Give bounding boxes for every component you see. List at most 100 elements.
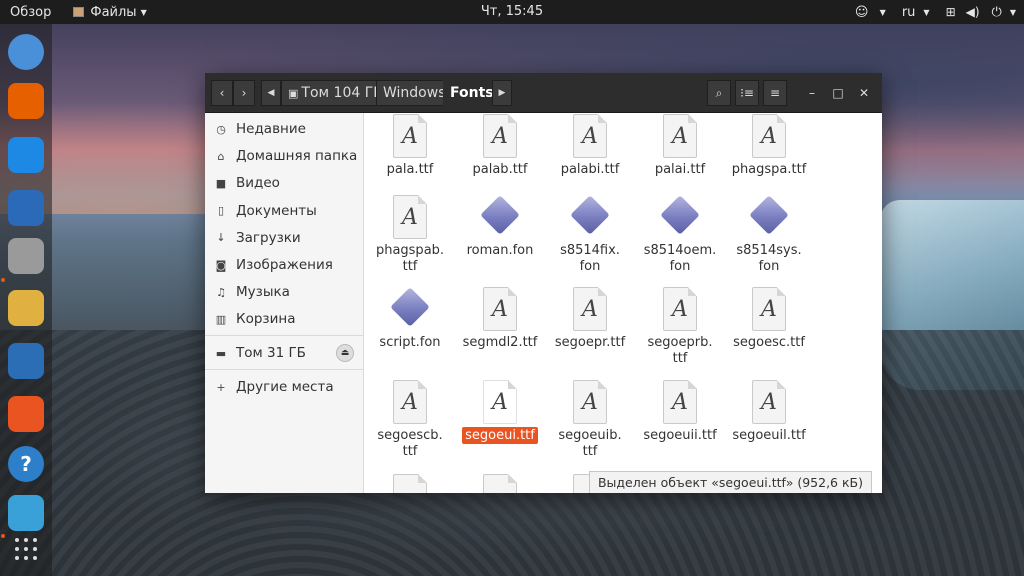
file-name-text: palai.ttf	[654, 162, 706, 177]
search-button[interactable]: ⌕	[707, 80, 731, 106]
view-toggle-button[interactable]: ⁝≡	[735, 80, 759, 106]
truetype-font-icon: A	[573, 287, 607, 331]
truetype-font-icon: A	[483, 114, 517, 158]
file-item[interactable]: Asegmdl2.ttf	[457, 287, 543, 351]
file-name: s8514sys. fon	[726, 243, 812, 275]
software-icon[interactable]	[8, 396, 44, 432]
font-page-shape	[393, 474, 427, 493]
clock-icon: ◷	[216, 122, 226, 136]
file-item[interactable]: Asegoeuil.ttf	[726, 380, 812, 444]
video-icon: ■	[215, 176, 227, 190]
breadcrumb-left-arrow[interactable]: ◀	[261, 80, 281, 106]
file-item[interactable]: Apalabi.ttf	[547, 114, 633, 178]
file-item-partial[interactable]	[367, 474, 453, 493]
sidebar-item-camera[interactable]: ◙ Изображения	[205, 252, 364, 278]
chromium-icon[interactable]	[8, 34, 44, 70]
sidebar-item-label: Музыка	[236, 284, 290, 301]
thunderbird-icon[interactable]	[8, 190, 44, 226]
file-name-text: segoesc.ttf	[733, 335, 805, 350]
header-bar: ‹ › ◀ ▣ Том 104 ГБ Windows Fonts ▶ ⌕ ⁝≡ …	[205, 73, 882, 113]
vscode-icon[interactable]	[8, 137, 44, 173]
font-page-glyph: A	[483, 287, 517, 331]
file-item[interactable]: s8514oem. fon	[637, 195, 723, 275]
sidebar-item-download[interactable]: ↓ Загрузки	[205, 225, 364, 251]
breadcrumb-volume[interactable]: ▣ Том 104 ГБ	[281, 80, 390, 106]
file-name: phagspa.ttf	[726, 162, 812, 178]
font-page-glyph: A	[483, 380, 517, 424]
breadcrumb-volume-label: Том 104 ГБ	[301, 85, 383, 101]
file-item[interactable]: Aphagspa.ttf	[726, 114, 812, 178]
bitmap-font-icon	[390, 287, 430, 331]
sidebar-item-other-locations[interactable]: + Другие места	[205, 374, 364, 400]
file-item[interactable]: Asegoeuib. ttf	[547, 380, 633, 460]
file-item[interactable]: s8514sys. fon	[726, 195, 812, 275]
grid-dot-icon	[24, 547, 28, 551]
back-button[interactable]: ‹	[211, 80, 233, 106]
sidebar-item-volume[interactable]: ▬ Том 31 ГБ ⏏	[205, 340, 364, 366]
file-name: segoeuii.ttf	[637, 428, 723, 444]
eject-icon[interactable]: ⏏	[336, 344, 354, 362]
file-item[interactable]: Apala.ttf	[367, 114, 453, 178]
file-name-text: segoepr.ttf	[554, 335, 626, 350]
file-name: palabi.ttf	[547, 162, 633, 178]
sidebar-item-video[interactable]: ■ Видео	[205, 170, 364, 196]
file-item[interactable]: script.fon	[367, 287, 453, 351]
language-indicator[interactable]: ru	[902, 5, 916, 20]
font-diamond-shape	[390, 287, 430, 327]
file-item-partial[interactable]	[457, 474, 543, 493]
sidebar-item-home[interactable]: ⌂ Домашняя папка	[205, 143, 364, 169]
help-icon[interactable]: ?	[8, 446, 44, 482]
truetype-font-icon: A	[393, 114, 427, 158]
file-name: roman.fon	[457, 243, 543, 259]
network-icon[interactable]: ⊞	[946, 5, 956, 19]
writer-icon[interactable]	[8, 343, 44, 379]
sidebar-item-music[interactable]: ♫ Музыка	[205, 279, 364, 305]
file-name: s8514fix. fon	[547, 243, 633, 275]
close-button[interactable]: ✕	[855, 84, 873, 102]
file-item[interactable]: Asegoescb. ttf	[367, 380, 453, 460]
file-item[interactable]: Asegoeuii.ttf	[637, 380, 723, 444]
breadcrumb-right-arrow[interactable]: ▶	[492, 80, 512, 106]
drive-icon: ▣	[288, 86, 299, 100]
activities-button[interactable]: Обзор	[0, 0, 59, 24]
home-icon: ⌂	[217, 149, 225, 163]
sidebar-item-trash[interactable]: ▥ Корзина	[205, 306, 364, 332]
file-item[interactable]: Asegoeprb. ttf	[637, 287, 723, 367]
font-page-glyph: A	[393, 114, 427, 158]
chevron-down-icon: ▼	[1009, 7, 1016, 17]
grid-dot-icon	[15, 556, 19, 560]
grid-dot-icon	[33, 538, 37, 542]
sidebar-item-document[interactable]: ▯ Документы	[205, 198, 364, 224]
firefox-icon[interactable]	[8, 83, 44, 119]
power-icon[interactable]: ⏻	[992, 5, 1002, 20]
menu-button[interactable]: ≡	[763, 80, 787, 106]
file-item[interactable]: s8514fix. fon	[547, 195, 633, 275]
file-item[interactable]: roman.fon	[457, 195, 543, 259]
file-name: segmdl2.ttf	[457, 335, 543, 351]
show-applications-button[interactable]	[15, 538, 37, 560]
file-item[interactable]: Asegoepr.ttf	[547, 287, 633, 351]
file-item[interactable]: Aphagspab. ttf	[367, 195, 453, 275]
grid-dot-icon	[15, 547, 19, 551]
rhythmbox-icon[interactable]	[8, 290, 44, 326]
file-item[interactable]: Asegoeui.ttf	[457, 380, 543, 444]
file-name: segoepr.ttf	[547, 335, 633, 351]
monitor-icon[interactable]	[8, 495, 44, 531]
breadcrumb-windows[interactable]: Windows	[376, 80, 453, 106]
sidebar-item-label: Корзина	[236, 311, 296, 328]
file-item[interactable]: Apalai.ttf	[637, 114, 723, 178]
font-page-glyph: A	[663, 114, 697, 158]
music-icon: ♫	[216, 285, 226, 299]
volume-icon[interactable]: ◀)	[966, 5, 980, 19]
dock: ?	[0, 24, 52, 576]
forward-button[interactable]: ›	[233, 80, 255, 106]
maximize-button[interactable]: □	[829, 84, 847, 102]
file-item[interactable]: Apalab.ttf	[457, 114, 543, 178]
app-menu-button[interactable]: Файлы ▼	[59, 0, 154, 24]
file-item[interactable]: Asegoesc.ttf	[726, 287, 812, 351]
minimize-button[interactable]: –	[803, 84, 821, 102]
font-page-glyph: A	[393, 195, 427, 239]
sidebar-item-clock[interactable]: ◷ Недавние	[205, 116, 364, 142]
accessibility-icon[interactable]: ☺	[852, 5, 872, 20]
files-icon[interactable]	[8, 238, 44, 274]
